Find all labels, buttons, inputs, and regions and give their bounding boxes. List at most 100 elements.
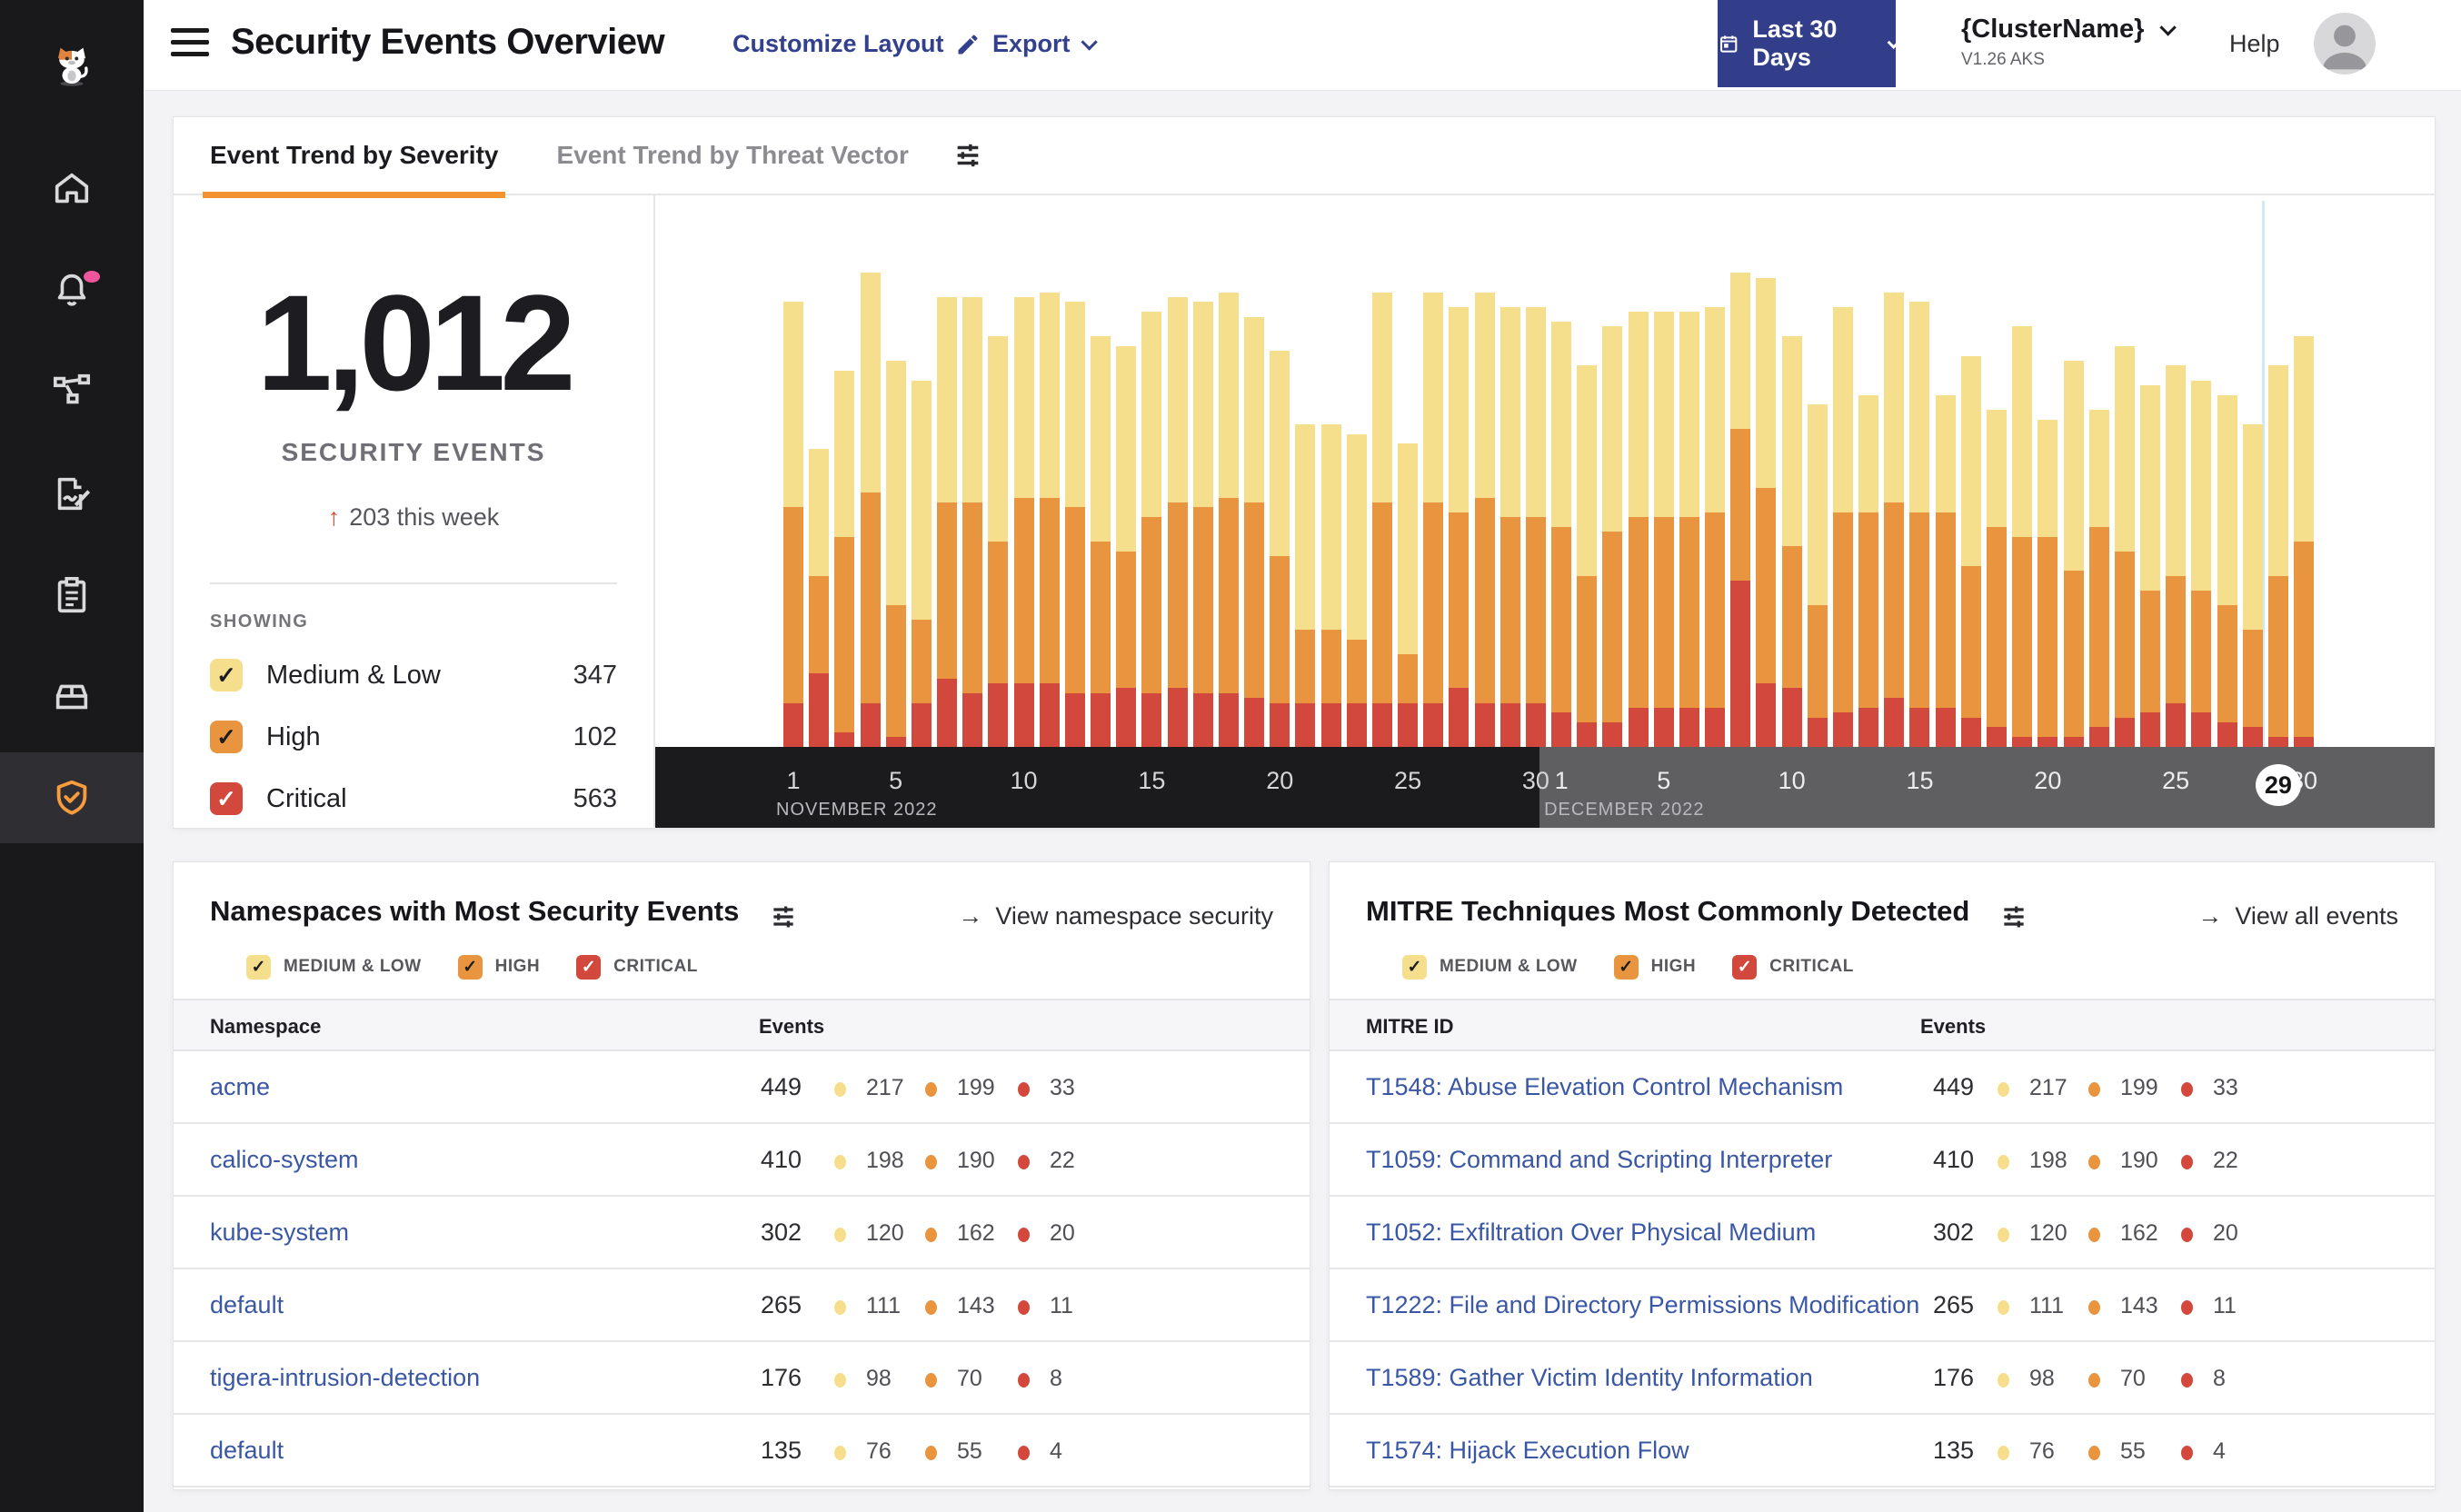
total-security-events-label: SECURITY EVENTS [281,438,546,466]
segment-medium-low [988,336,1009,542]
row-name-link[interactable]: tigera-intrusion-detection [210,1364,480,1392]
severity-count-medium_low: 120 [866,1220,904,1246]
table-row: T1548: Abuse Elevation Control Mechanism… [1330,1051,2435,1124]
segment-high [2191,590,2212,713]
segment-critical [1653,707,1674,747]
severity-dot-medium_low [834,1300,846,1315]
view-namespace-security-link[interactable]: → View namespace security [958,902,1273,930]
severity-dot-critical [2181,1155,2193,1169]
sidebar-item-home[interactable] [0,144,144,234]
row-name-link[interactable]: kube-system [210,1219,349,1247]
sidebar-item-workloads[interactable] [0,651,144,741]
segment-medium-low [1935,394,1956,512]
severity-dot-high [2088,1446,2100,1460]
bar-dec-12 [1832,306,1853,747]
checkbox-checked-icon[interactable]: ✓ [210,721,243,753]
severity-filter-critical[interactable]: ✓ CRITICAL [1732,954,1854,980]
export-button[interactable]: Export [992,30,1098,58]
segment-medium-low [2063,361,2084,572]
row-name-link[interactable]: T1052: Exfiltration Over Physical Medium [1366,1219,1816,1247]
segment-high [1577,575,1598,723]
bar-dec-22 [2088,409,2109,747]
segment-critical [885,737,906,747]
sidebar-item-service-graph[interactable] [0,345,144,436]
table-row: default 135 76 55 4 [174,1415,1310,1487]
person-icon [2322,25,2367,70]
segment-high [2294,542,2315,738]
severity-filter-critical[interactable]: ✓ CRITICAL [576,954,698,980]
bar-dec-25 [2166,365,2187,747]
tab-event-trend-by-severity[interactable]: Event Trend by Severity [202,116,506,198]
calico-cat-logo-image [57,47,88,86]
severity-filter-high[interactable]: ✓ HIGH [1613,954,1697,980]
severity-toggle-critical[interactable]: ✓ Critical 563 [210,780,617,818]
segment-high [2242,629,2263,728]
cluster-selector[interactable]: {ClusterName} V1.26 AKS [1961,15,2177,70]
filter-sliders-icon[interactable] [769,902,798,931]
row-name-link[interactable]: acme [210,1073,270,1101]
segment-critical [1781,688,1802,747]
table-row: default 265 111 143 11 [174,1269,1310,1342]
pencil-icon [958,35,978,54]
severity-count-medium_low: 111 [2029,1293,2065,1318]
segment-medium-low [1346,433,1367,640]
month-label: NOVEMBER 2022 [776,800,938,820]
namespaces-panel: Namespaces with Most Security Events → V… [173,861,1310,1490]
home-icon [55,173,89,204]
severity-dot-critical [1018,1155,1030,1169]
row-name-link[interactable]: T1589: Gather Victim Identity Informatio… [1366,1364,1813,1392]
row-name-link[interactable]: default [210,1437,284,1465]
severity-filter-high[interactable]: ✓ HIGH [457,954,541,980]
segment-critical [2114,717,2135,747]
row-name-link[interactable]: T1548: Abuse Elevation Control Mechanism [1366,1073,1843,1101]
segment-critical [783,702,803,747]
bar-dec-3 [1602,326,1623,747]
user-avatar[interactable] [2314,13,2376,75]
segment-medium-low [1986,409,2007,527]
checkbox-checked-icon[interactable]: ✓ [210,782,243,815]
bar-dec-16 [1935,394,1956,747]
row-name-link[interactable]: default [210,1291,284,1319]
view-all-events-link[interactable]: → View all events [2197,902,2398,930]
severity-trend-chart: 1 5 10 15 20 25 30 1 5 10 15 20 25 30 NOVEMBER 2022 DEC… [655,117,2435,828]
severity-filter-medium-low[interactable]: ✓ MEDIUM & LOW [246,954,422,980]
help-link[interactable]: Help [2229,30,2280,58]
bar-dec-9 [1756,277,1777,747]
row-name-link[interactable]: T1574: Hijack Execution Flow [1366,1437,1689,1465]
bar-dec-27 [2217,394,2237,747]
filter-sliders-icon[interactable] [1999,902,2028,931]
severity-dot-critical [2181,1082,2193,1097]
bar-nov-14 [1116,345,1137,747]
sidebar-item-alerts[interactable] [0,244,144,334]
date-range-button[interactable]: Last 30 Days [1718,0,1900,87]
segment-high [885,605,906,738]
row-name-link[interactable]: T1059: Command and Scripting Interpreter [1366,1146,1832,1174]
severity-toggle-high[interactable]: ✓ High 102 [210,718,617,756]
bar-nov-27 [1449,306,1470,747]
severity-count-high: 143 [957,1293,995,1318]
severity-count-critical: 20 [2213,1220,2238,1246]
segment-critical [1500,702,1520,747]
sidebar-item-compliance[interactable] [0,550,144,641]
menu-toggle-icon[interactable] [171,28,209,61]
severity-dot-critical [1018,1082,1030,1097]
bar-dec-1 [1551,321,1572,747]
customize-layout-button[interactable]: Customize Layout [732,30,981,58]
calico-cat-logo[interactable] [0,16,144,116]
sidebar-item-policies[interactable] [0,449,144,540]
selected-day-marker[interactable]: 29 [2255,764,2301,806]
segment-high [1960,565,1981,718]
segment-critical [1474,702,1495,747]
table-row: kube-system 302 120 162 20 [174,1197,1310,1269]
row-name-link[interactable]: calico-system [210,1146,359,1174]
segment-medium-low [1705,306,1726,512]
bar-dec-17 [1960,355,1981,747]
notification-dot [84,271,100,283]
severity-filter-medium-low[interactable]: ✓ MEDIUM & LOW [1402,954,1578,980]
severity-toggle-medium-low[interactable]: ✓ Medium & Low 347 [210,656,617,694]
sidebar-item-threat-defense[interactable] [0,752,144,843]
row-total-events: 265 [1933,1291,1975,1318]
x-tick-dec-20: 20 [2034,767,2062,794]
row-name-link[interactable]: T1222: File and Directory Permissions Mo… [1366,1291,1919,1319]
checkbox-checked-icon[interactable]: ✓ [210,659,243,691]
